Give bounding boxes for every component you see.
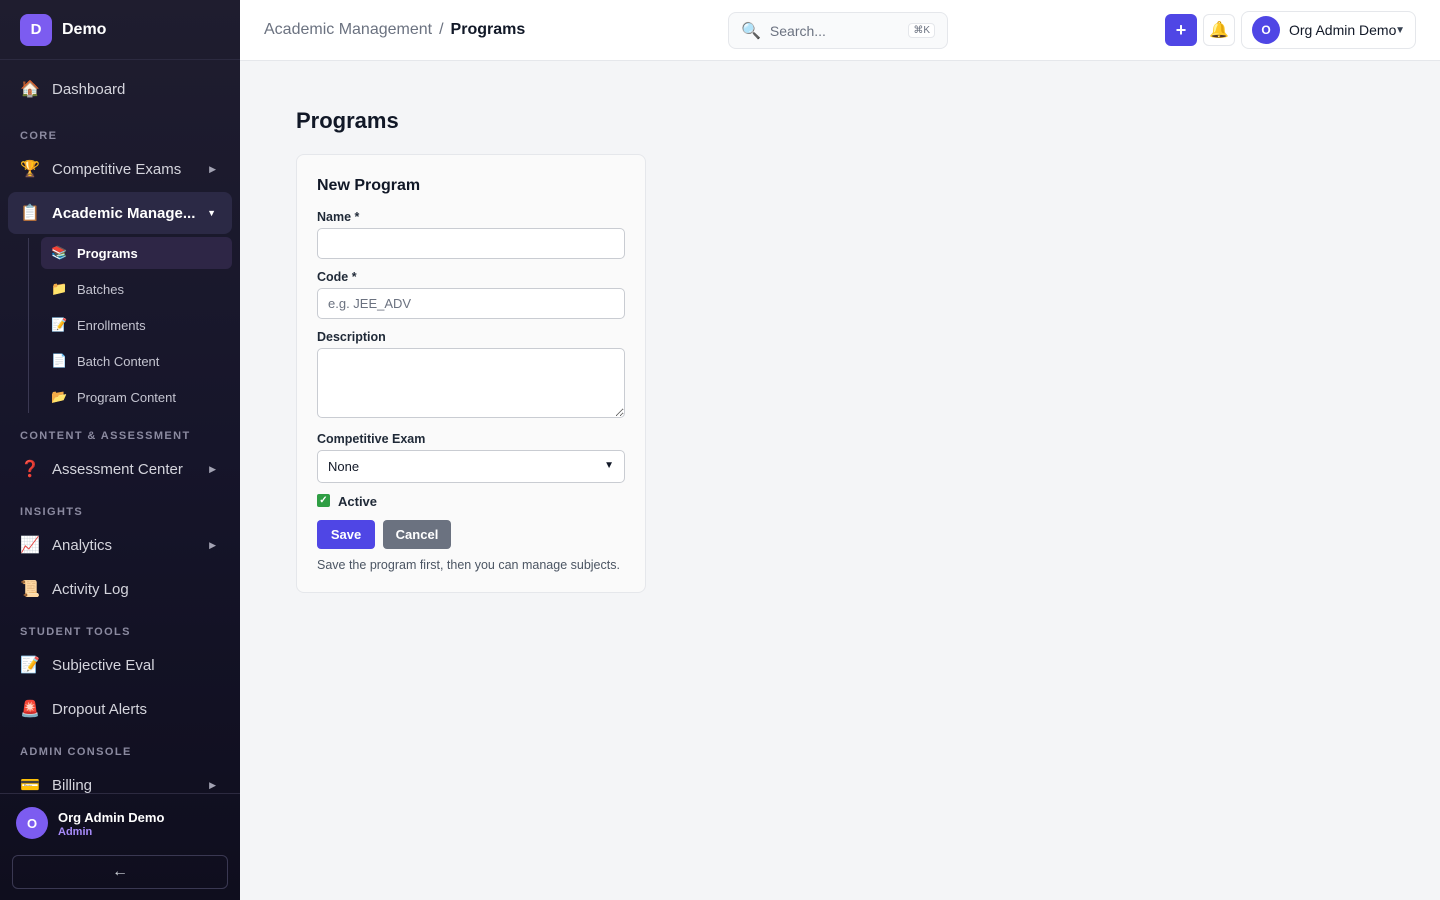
form-title: New Program	[317, 177, 421, 194]
active-label: Active	[338, 494, 378, 509]
description-label: Description	[317, 330, 386, 344]
collapse-sidebar-button[interactable]: ←	[12, 855, 228, 889]
breadcrumb-separator: /	[439, 21, 444, 38]
breadcrumb-current: Programs	[450, 21, 526, 38]
new-program-form: New Program Name * Code * Description Co…	[296, 154, 646, 593]
competitive-exam-select[interactable]: None ▼	[317, 450, 625, 483]
sidebar-item-label: Academic Manage...	[52, 204, 196, 222]
active-checkbox[interactable]: ✓	[317, 494, 330, 507]
check-icon: ✓	[319, 495, 328, 506]
sidebar-item-label: Competitive Exams	[52, 160, 182, 178]
folder-icon: 📁	[51, 281, 68, 296]
section-label-admin-console: ADMIN CONSOLE	[20, 746, 132, 758]
sidebar-item-billing[interactable]: 💳 Billing ▶	[8, 764, 232, 794]
section-label-content-assessment: CONTENT & ASSESSMENT	[20, 430, 191, 442]
search-icon: 🔍	[741, 22, 761, 40]
sidebar-subitem-label: Enrollments	[77, 317, 146, 333]
memo-icon: 📝	[51, 317, 68, 332]
trophy-icon: 🏆	[20, 161, 40, 178]
bell-icon: 🔔	[1209, 22, 1229, 39]
sidebar-nav: 🏠 Dashboard CORE 🏆 Competitive Exams ▶ 📋…	[0, 60, 240, 793]
sidebar-subitem-label: Programs	[77, 245, 138, 261]
description-field[interactable]	[317, 348, 625, 418]
subtree-line	[28, 238, 29, 413]
chevron-right-icon: ▶	[209, 463, 216, 474]
sidebar-item-label: Subjective Eval	[52, 656, 155, 674]
house-icon: 🏠	[20, 81, 40, 98]
brand[interactable]: D Demo	[0, 0, 240, 60]
sidebar-item-label: Assessment Center	[52, 460, 183, 478]
user-role: Admin	[58, 826, 93, 838]
chevron-right-icon: ▶	[209, 539, 216, 550]
sidebar-item-label: Analytics	[52, 536, 113, 554]
sidebar-item-label: Billing	[52, 776, 93, 794]
top-header: Academic Management / Programs 🔍 Search.…	[240, 0, 1440, 61]
chevron-right-icon: ▶	[209, 779, 216, 790]
sidebar-subitem-enrollments[interactable]: 📝 Enrollments	[41, 309, 232, 341]
competitive-exam-value: None	[328, 459, 360, 474]
clipboard-icon: 📋	[20, 205, 40, 222]
avatar: O	[1252, 16, 1280, 44]
sidebar-user: O Org Admin Demo Admin ←	[0, 793, 240, 900]
sidebar-item-label: Dashboard	[52, 80, 126, 98]
sidebar-item-dashboard[interactable]: 🏠 Dashboard	[8, 68, 232, 110]
breadcrumb-parent[interactable]: Academic Management	[264, 21, 432, 39]
save-button[interactable]: Save	[317, 520, 375, 549]
name-field[interactable]	[317, 228, 625, 259]
sidebar-subitem-label: Program Content	[77, 389, 176, 405]
chart-icon: 📈	[20, 537, 40, 554]
page-title: Programs	[296, 108, 399, 133]
card-icon: 💳	[20, 777, 40, 793]
brand-name: Demo	[62, 20, 107, 38]
section-label-insights: INSIGHTS	[20, 506, 84, 518]
sidebar-item-analytics[interactable]: 📈 Analytics ▶	[8, 524, 232, 566]
section-label-core: CORE	[20, 130, 58, 142]
sidebar-subitem-programs[interactable]: 📚 Programs	[41, 237, 232, 269]
cancel-button[interactable]: Cancel	[383, 520, 451, 549]
breadcrumb: Academic Management / Programs	[264, 21, 525, 39]
profile-name: Org Admin Demo	[1289, 22, 1397, 38]
caret-down-icon: ▼	[1395, 24, 1405, 36]
sidebar-item-academic-management[interactable]: 📋 Academic Manage... ▼	[8, 192, 232, 234]
sidebar-subitem-program-content[interactable]: 📂 Program Content	[41, 381, 232, 413]
chevron-down-icon: ▼	[207, 208, 216, 218]
open-folder-icon: 📂	[51, 389, 68, 404]
sidebar-subitem-batch-content[interactable]: 📄 Batch Content	[41, 345, 232, 377]
name-label: Name *	[317, 210, 360, 224]
sidebar-subitem-batches[interactable]: 📁 Batches	[41, 273, 232, 305]
siren-icon: 🚨	[20, 701, 40, 718]
user-name: Org Admin Demo	[58, 810, 165, 825]
sidebar-subitem-label: Batches	[77, 281, 124, 297]
memo-icon: 📝	[20, 657, 40, 674]
sidebar-subitem-label: Batch Content	[77, 353, 160, 369]
search-shortcut: ⌘K	[908, 23, 935, 38]
chevron-right-icon: ▶	[209, 163, 216, 174]
code-label: Code *	[317, 270, 357, 284]
sidebar-item-competitive-exams[interactable]: 🏆 Competitive Exams ▶	[8, 148, 232, 190]
avatar[interactable]: O	[16, 807, 48, 839]
search-box[interactable]: 🔍 Search... ⌘K	[728, 12, 948, 49]
page-icon: 📄	[51, 353, 68, 368]
profile-menu[interactable]: O Org Admin Demo ▼	[1241, 11, 1416, 49]
sidebar: D Demo 🏠 Dashboard CORE 🏆 Competitive Ex…	[0, 0, 240, 900]
competitive-exam-label: Competitive Exam	[317, 432, 426, 446]
books-icon: 📚	[51, 245, 68, 260]
scroll-icon: 📜	[20, 581, 40, 598]
sidebar-item-assessment-center[interactable]: ❓ Assessment Center ▶	[8, 448, 232, 490]
notifications-button[interactable]: 🔔	[1203, 14, 1235, 46]
form-hint: Save the program first, then you can man…	[317, 558, 620, 572]
brand-logo: D	[20, 13, 52, 46]
sidebar-item-subjective-eval[interactable]: 📝 Subjective Eval	[8, 644, 232, 686]
add-button[interactable]: +	[1165, 14, 1197, 46]
code-field[interactable]	[317, 288, 625, 319]
section-label-student-tools: STUDENT TOOLS	[20, 626, 131, 638]
question-icon: ❓	[20, 461, 40, 478]
sidebar-item-activity-log[interactable]: 📜 Activity Log	[8, 568, 232, 610]
sidebar-item-label: Dropout Alerts	[52, 700, 148, 718]
search-placeholder: Search...	[769, 22, 826, 39]
sidebar-item-label: Activity Log	[52, 580, 129, 598]
sidebar-item-dropout-alerts[interactable]: 🚨 Dropout Alerts	[8, 688, 232, 730]
chevron-down-icon: ▼	[604, 460, 614, 471]
